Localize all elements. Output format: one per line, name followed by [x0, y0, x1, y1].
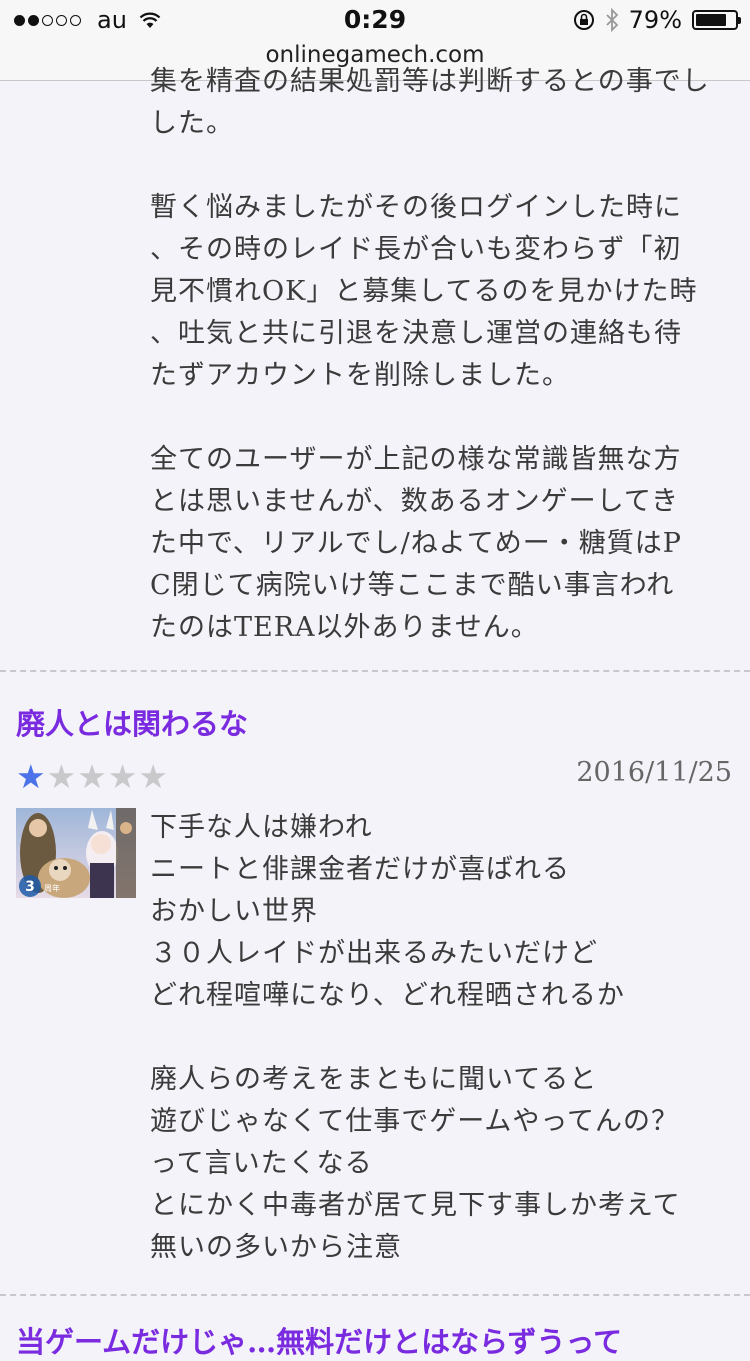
- review-divider: [0, 670, 750, 672]
- review-line: とは思いませんが、数あるオンゲーしてき: [150, 486, 680, 517]
- game-thumbnail-image: 3 周年: [16, 808, 136, 898]
- review-line: 集を精査の結果処罰等は判断するとの事でし: [150, 66, 710, 97]
- review-title[interactable]: 廃人とは関わるな: [16, 701, 248, 743]
- review-line: C閉じて病院いけ等ここまで酷い事言われ: [150, 570, 675, 601]
- status-bar: au 0:29 79%: [0, 0, 750, 40]
- review-line: たずアカウントを削除しました。: [150, 360, 570, 391]
- bluetooth-icon: [606, 8, 618, 32]
- review-divider: [0, 1294, 750, 1296]
- review-line: 暫く悩みましたがその後ログインした時に: [150, 192, 682, 223]
- review-line: って言いたくなる: [150, 1148, 373, 1179]
- battery-icon: [692, 10, 741, 30]
- star-icon: ★: [107, 757, 138, 796]
- rotation-lock-icon: [573, 10, 594, 30]
- battery-percent: 79%: [628, 6, 682, 34]
- review-body-previous: 集を精査の結果処罰等は判断するとの事でし した。 暫く悩みましたがその後ログイン…: [150, 61, 730, 649]
- review-line: 廃人らの考えをまともに聞いてると: [150, 1064, 598, 1095]
- review-line: [150, 397, 730, 439]
- battery-fill: [696, 14, 727, 26]
- review-line: どれ程喧嘩になり、どれ程晒されるか: [150, 980, 625, 1011]
- svg-text:3: 3: [25, 879, 35, 895]
- review-line: ３０人レイドが出来るみたいだけど: [150, 938, 598, 969]
- review-line: ニートと俳課金者だけが喜ばれる: [150, 854, 570, 885]
- review-body: 下手な人は嫌われ ニートと俳課金者だけが喜ばれる おかしい世界 ３０人レイドが出…: [150, 807, 730, 1269]
- star-rating: ★ ★ ★ ★ ★: [16, 760, 168, 793]
- next-review-title[interactable]: 当ゲームだけじゃ…無料だけとはならずうって: [16, 1319, 750, 1361]
- review-line: [150, 145, 730, 187]
- review-line: た中で、リアルでし/ねよてめー・糖質はP: [150, 528, 682, 559]
- star-icon: ★: [46, 757, 77, 796]
- review-line: おかしい世界: [150, 896, 318, 927]
- star-icon: ★: [138, 757, 168, 796]
- review-line: [150, 1017, 730, 1059]
- review-line: 下手な人は嫌われ: [150, 812, 373, 843]
- review-line: 無いの多いから注意: [150, 1232, 402, 1263]
- svg-text:周年: 周年: [44, 883, 60, 893]
- review-line: 見不慣れOK」と募集してるのを見かけた時: [150, 276, 698, 307]
- review-line: とにかく中毒者が居て見下す事しか考えて: [150, 1190, 681, 1221]
- review-line: 遊びじゃなくて仕事でゲームやってんの？: [150, 1106, 680, 1137]
- review-line: した。: [150, 108, 234, 139]
- review-date: 2016/11/25: [576, 757, 732, 788]
- star-icon: ★: [16, 757, 46, 796]
- review-line: 全てのユーザーが上記の様な常識皆無な方: [150, 444, 682, 475]
- star-icon: ★: [77, 757, 107, 796]
- review-line: 、その時のレイド長が合いも変わらず「初: [150, 234, 682, 265]
- review-line: たのはTERA以外ありません。: [150, 612, 539, 643]
- game-thumbnail[interactable]: 3 周年: [16, 808, 136, 898]
- review-line: 、吐気と共に引退を決意し運営の連絡も待: [150, 318, 682, 349]
